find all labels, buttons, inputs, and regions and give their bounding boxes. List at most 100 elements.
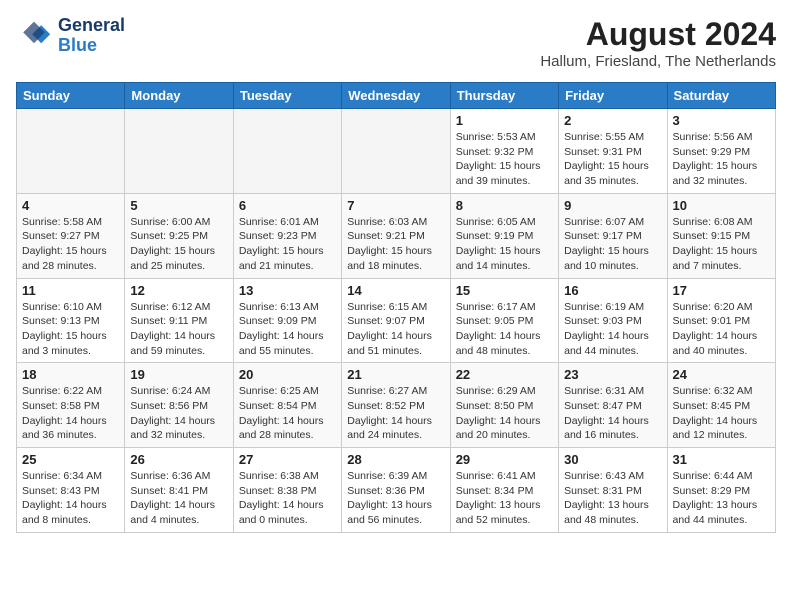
calendar-cell: 3 Sunrise: 5:56 AM Sunset: 9:29 PM Daylig… xyxy=(667,109,775,194)
day-detail: Sunrise: 6:07 AM Sunset: 9:17 PM Dayligh… xyxy=(564,215,661,274)
weekday-header-saturday: Saturday xyxy=(667,83,775,109)
day-number: 13 xyxy=(239,283,336,298)
calendar-week-3: 18 Sunrise: 6:22 AM Sunset: 8:58 PM Dayli… xyxy=(17,363,776,448)
day-detail: Sunrise: 6:00 AM Sunset: 9:25 PM Dayligh… xyxy=(130,215,227,274)
calendar-cell: 1 Sunrise: 5:53 AM Sunset: 9:32 PM Daylig… xyxy=(450,109,558,194)
logo: General Blue xyxy=(16,16,125,56)
day-number: 8 xyxy=(456,198,553,213)
calendar-cell: 6 Sunrise: 6:01 AM Sunset: 9:23 PM Daylig… xyxy=(233,193,341,278)
day-number: 20 xyxy=(239,367,336,382)
calendar-week-0: 1 Sunrise: 5:53 AM Sunset: 9:32 PM Daylig… xyxy=(17,109,776,194)
weekday-header-monday: Monday xyxy=(125,83,233,109)
day-detail: Sunrise: 6:05 AM Sunset: 9:19 PM Dayligh… xyxy=(456,215,553,274)
day-detail: Sunrise: 6:01 AM Sunset: 9:23 PM Dayligh… xyxy=(239,215,336,274)
day-detail: Sunrise: 6:03 AM Sunset: 9:21 PM Dayligh… xyxy=(347,215,444,274)
calendar-cell: 15Sunrise: 6:17 AM Sunset: 9:05 PM Dayli… xyxy=(450,278,558,363)
day-detail: Sunrise: 6:29 AM Sunset: 8:50 PM Dayligh… xyxy=(456,384,553,443)
day-number: 10 xyxy=(673,198,770,213)
calendar-cell: 25 Sunrise: 6:34 AM Sunset: 8:43 PM Dayli… xyxy=(17,448,125,533)
day-number: 12 xyxy=(130,283,227,298)
day-detail: Sunrise: 6:12 AM Sunset: 9:11 PM Dayligh… xyxy=(130,300,227,359)
calendar-cell: 19 Sunrise: 6:24 AM Sunset: 8:56 PM Dayli… xyxy=(125,363,233,448)
weekday-header-thursday: Thursday xyxy=(450,83,558,109)
calendar-cell: 27 Sunrise: 6:38 AM Sunset: 8:38 PM Dayli… xyxy=(233,448,341,533)
calendar-cell xyxy=(17,109,125,194)
day-number: 9 xyxy=(564,198,661,213)
calendar-cell: 13 Sunrise: 6:13 AM Sunset: 9:09 PM Dayli… xyxy=(233,278,341,363)
day-number: 31 xyxy=(673,452,770,467)
day-number: 11 xyxy=(22,283,119,298)
day-detail: Sunrise: 5:53 AM Sunset: 9:32 PM Dayligh… xyxy=(456,130,553,189)
weekday-header-wednesday: Wednesday xyxy=(342,83,450,109)
calendar-cell xyxy=(233,109,341,194)
day-detail: Sunrise: 6:24 AM Sunset: 8:56 PM Dayligh… xyxy=(130,384,227,443)
day-detail: Sunrise: 5:56 AM Sunset: 9:29 PM Dayligh… xyxy=(673,130,770,189)
day-detail: Sunrise: 6:39 AM Sunset: 8:36 PM Dayligh… xyxy=(347,469,444,528)
calendar-cell: 7 Sunrise: 6:03 AM Sunset: 9:21 PM Daylig… xyxy=(342,193,450,278)
day-detail: Sunrise: 6:41 AM Sunset: 8:34 PM Dayligh… xyxy=(456,469,553,528)
calendar-cell: 5 Sunrise: 6:00 AM Sunset: 9:25 PM Daylig… xyxy=(125,193,233,278)
calendar-cell: 8 Sunrise: 6:05 AM Sunset: 9:19 PM Daylig… xyxy=(450,193,558,278)
calendar-cell: 12 Sunrise: 6:12 AM Sunset: 9:11 PM Dayli… xyxy=(125,278,233,363)
day-number: 23 xyxy=(564,367,661,382)
weekday-header-tuesday: Tuesday xyxy=(233,83,341,109)
day-number: 14 xyxy=(347,283,444,298)
weekday-header-sunday: Sunday xyxy=(17,83,125,109)
month-year: August 2024 xyxy=(540,16,776,53)
calendar-cell xyxy=(342,109,450,194)
day-number: 4 xyxy=(22,198,119,213)
calendar-cell: 24 Sunrise: 6:32 AM Sunset: 8:45 PM Dayli… xyxy=(667,363,775,448)
title-block: August 2024 Hallum, Friesland, The Nethe… xyxy=(540,16,776,70)
page-header: General Blue August 2024 Hallum, Friesla… xyxy=(16,16,776,70)
day-number: 25 xyxy=(22,452,119,467)
day-detail: Sunrise: 6:27 AM Sunset: 8:52 PM Dayligh… xyxy=(347,384,444,443)
day-number: 1 xyxy=(456,113,553,128)
location: Hallum, Friesland, The Netherlands xyxy=(540,53,776,70)
day-detail: Sunrise: 6:15 AM Sunset: 9:07 PM Dayligh… xyxy=(347,300,444,359)
day-detail: Sunrise: 6:22 AM Sunset: 8:58 PM Dayligh… xyxy=(22,384,119,443)
day-detail: Sunrise: 5:55 AM Sunset: 9:31 PM Dayligh… xyxy=(564,130,661,189)
day-number: 17 xyxy=(673,283,770,298)
day-detail: Sunrise: 6:32 AM Sunset: 8:45 PM Dayligh… xyxy=(673,384,770,443)
day-number: 27 xyxy=(239,452,336,467)
day-detail: Sunrise: 6:08 AM Sunset: 9:15 PM Dayligh… xyxy=(673,215,770,274)
day-number: 21 xyxy=(347,367,444,382)
weekday-header-friday: Friday xyxy=(559,83,667,109)
calendar-table: SundayMondayTuesdayWednesdayThursdayFrid… xyxy=(16,82,776,533)
day-number: 18 xyxy=(22,367,119,382)
calendar-cell: 14 Sunrise: 6:15 AM Sunset: 9:07 PM Dayli… xyxy=(342,278,450,363)
calendar-cell: 29Sunrise: 6:41 AM Sunset: 8:34 PM Dayli… xyxy=(450,448,558,533)
calendar-cell: 21 Sunrise: 6:27 AM Sunset: 8:52 PM Dayli… xyxy=(342,363,450,448)
calendar-body: 1 Sunrise: 5:53 AM Sunset: 9:32 PM Daylig… xyxy=(17,109,776,533)
calendar-cell: 31 Sunrise: 6:44 AM Sunset: 8:29 PM Dayli… xyxy=(667,448,775,533)
calendar-cell: 4 Sunrise: 5:58 AM Sunset: 9:27 PM Daylig… xyxy=(17,193,125,278)
day-detail: Sunrise: 6:17 AM Sunset: 9:05 PM Dayligh… xyxy=(456,300,553,359)
day-detail: Sunrise: 6:13 AM Sunset: 9:09 PM Dayligh… xyxy=(239,300,336,359)
calendar-cell: 30Sunrise: 6:43 AM Sunset: 8:31 PM Dayli… xyxy=(559,448,667,533)
day-number: 3 xyxy=(673,113,770,128)
calendar-cell: 18 Sunrise: 6:22 AM Sunset: 8:58 PM Dayli… xyxy=(17,363,125,448)
day-detail: Sunrise: 6:19 AM Sunset: 9:03 PM Dayligh… xyxy=(564,300,661,359)
day-detail: Sunrise: 6:34 AM Sunset: 8:43 PM Dayligh… xyxy=(22,469,119,528)
calendar-cell: 11Sunrise: 6:10 AM Sunset: 9:13 PM Dayli… xyxy=(17,278,125,363)
day-number: 6 xyxy=(239,198,336,213)
calendar-cell: 17 Sunrise: 6:20 AM Sunset: 9:01 PM Dayli… xyxy=(667,278,775,363)
day-detail: Sunrise: 5:58 AM Sunset: 9:27 PM Dayligh… xyxy=(22,215,119,274)
day-detail: Sunrise: 6:38 AM Sunset: 8:38 PM Dayligh… xyxy=(239,469,336,528)
day-number: 19 xyxy=(130,367,227,382)
day-detail: Sunrise: 6:31 AM Sunset: 8:47 PM Dayligh… xyxy=(564,384,661,443)
day-number: 28 xyxy=(347,452,444,467)
day-detail: Sunrise: 6:43 AM Sunset: 8:31 PM Dayligh… xyxy=(564,469,661,528)
day-number: 7 xyxy=(347,198,444,213)
calendar-cell: 20Sunrise: 6:25 AM Sunset: 8:54 PM Dayli… xyxy=(233,363,341,448)
calendar-cell xyxy=(125,109,233,194)
day-number: 26 xyxy=(130,452,227,467)
day-number: 24 xyxy=(673,367,770,382)
calendar-cell: 10 Sunrise: 6:08 AM Sunset: 9:15 PM Dayli… xyxy=(667,193,775,278)
calendar-cell: 16Sunrise: 6:19 AM Sunset: 9:03 PM Dayli… xyxy=(559,278,667,363)
day-detail: Sunrise: 6:44 AM Sunset: 8:29 PM Dayligh… xyxy=(673,469,770,528)
day-detail: Sunrise: 6:20 AM Sunset: 9:01 PM Dayligh… xyxy=(673,300,770,359)
calendar-cell: 9 Sunrise: 6:07 AM Sunset: 9:17 PM Daylig… xyxy=(559,193,667,278)
logo-text: General Blue xyxy=(58,16,125,56)
day-number: 5 xyxy=(130,198,227,213)
